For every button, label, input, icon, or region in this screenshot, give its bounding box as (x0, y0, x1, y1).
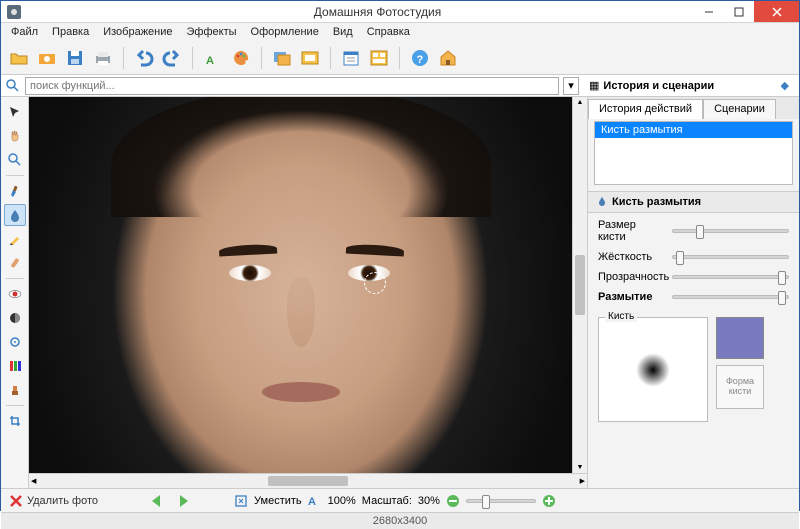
layer-image-button[interactable] (270, 46, 294, 70)
brush-tool[interactable] (4, 180, 26, 202)
zoom-slider[interactable] (466, 499, 536, 503)
fit-icon[interactable] (234, 494, 248, 508)
vertical-scrollbar[interactable]: ▲▼ (572, 97, 587, 473)
svg-text:A: A (308, 496, 316, 508)
darken-tool[interactable] (4, 307, 26, 329)
prev-button[interactable] (148, 493, 168, 509)
collage-button[interactable] (367, 46, 391, 70)
panel-tabs: История действий Сценарии (588, 97, 799, 119)
scale-value: 30% (418, 495, 440, 507)
channels-tool[interactable] (4, 355, 26, 377)
status-bar: 2680x3400 (1, 512, 799, 529)
next-button[interactable] (174, 493, 194, 509)
search-bar: ▾ ▦ История и сценарии ◆ (1, 75, 799, 97)
search-input[interactable] (25, 77, 559, 95)
svg-text:A: A (206, 55, 214, 67)
fit-button[interactable]: Уместить (254, 495, 302, 507)
menu-edit[interactable]: Правка (46, 25, 95, 39)
zoom-out-button[interactable] (446, 494, 460, 508)
delete-icon (9, 494, 23, 508)
scale-label: Масштаб: (362, 495, 412, 507)
menu-file[interactable]: Файл (5, 25, 44, 39)
menu-help[interactable]: Справка (361, 25, 416, 39)
pencil-tool[interactable] (4, 228, 26, 250)
horizontal-scrollbar[interactable]: ◀▶ (29, 473, 587, 488)
home-button[interactable] (436, 46, 460, 70)
camera-button[interactable] (35, 46, 59, 70)
svg-text:?: ? (417, 54, 424, 66)
menubar: Файл Правка Изображение Эффекты Оформлен… (1, 23, 799, 41)
open-button[interactable] (7, 46, 31, 70)
droplet-icon (596, 196, 608, 208)
bottom-bar: Удалить фото Уместить A 100% Масштаб: 30… (1, 488, 799, 512)
close-button[interactable] (754, 1, 799, 22)
blur-tool[interactable] (4, 204, 26, 226)
minimize-button[interactable] (694, 1, 724, 22)
hundred-button[interactable]: 100% (328, 495, 356, 507)
menu-image[interactable]: Изображение (97, 25, 178, 39)
tool-sidebar (1, 97, 29, 488)
zoom-tool[interactable] (4, 149, 26, 171)
maximize-button[interactable] (724, 1, 754, 22)
palette-button[interactable] (229, 46, 253, 70)
tab-history[interactable]: История действий (588, 99, 703, 119)
brush-blur-slider[interactable]: Размытие (598, 291, 789, 303)
undo-button[interactable] (132, 46, 156, 70)
zoom-in-button[interactable] (542, 494, 556, 508)
pointer-tool[interactable] (4, 101, 26, 123)
right-panel: История действий Сценарии Кисть размытия… (587, 97, 799, 488)
search-dropdown-button[interactable]: ▾ (563, 77, 579, 95)
brush-shape-button[interactable]: Форма кисти (716, 365, 764, 409)
print-button[interactable] (91, 46, 115, 70)
canvas[interactable] (29, 97, 572, 473)
brush-panel-title: Кисть размытия (588, 191, 799, 213)
calendar-button[interactable] (339, 46, 363, 70)
hundred-icon[interactable]: A (308, 494, 322, 508)
brush-size-slider[interactable]: Размер кисти (598, 219, 789, 243)
window-title: Домашняя Фотостудия (61, 5, 694, 19)
search-icon (5, 78, 21, 94)
image-dimensions: 2680x3400 (373, 515, 427, 527)
stamp-tool[interactable] (4, 379, 26, 401)
menu-effects[interactable]: Эффекты (181, 25, 243, 39)
history-item[interactable]: Кисть размытия (595, 122, 792, 138)
crop-tool[interactable] (4, 410, 26, 432)
menu-decorate[interactable]: Оформление (245, 25, 325, 39)
main-toolbar: A ? (1, 41, 799, 75)
hand-tool[interactable] (4, 125, 26, 147)
panel-title: История и сценарии (603, 80, 714, 92)
tab-scenarios[interactable]: Сценарии (703, 99, 776, 119)
help-button[interactable]: ? (408, 46, 432, 70)
frame-button[interactable] (298, 46, 322, 70)
healing-tool[interactable] (4, 252, 26, 274)
brush-preview-label: Кисть (605, 311, 637, 322)
app-icon (7, 5, 21, 19)
brush-hardness-slider[interactable]: Жёсткость (598, 251, 789, 263)
redo-button[interactable] (160, 46, 184, 70)
redeye-tool[interactable] (4, 283, 26, 305)
lighten-tool[interactable] (4, 331, 26, 353)
brush-color-swatch[interactable] (716, 317, 764, 359)
text-tool-button[interactable]: A (201, 46, 225, 70)
delete-photo-button[interactable]: Удалить фото (9, 494, 98, 508)
brush-opacity-slider[interactable]: Прозрачность (598, 271, 789, 283)
history-list[interactable]: Кисть размытия (594, 121, 793, 185)
save-button[interactable] (63, 46, 87, 70)
canvas-area: ▲▼ ◀▶ (29, 97, 587, 488)
brush-cursor (364, 272, 386, 294)
brush-preview: Кисть (598, 317, 708, 422)
menu-view[interactable]: Вид (327, 25, 359, 39)
panel-icon: ▦ (589, 79, 599, 92)
panel-collapse-button[interactable]: ◆ (781, 79, 789, 92)
titlebar: Домашняя Фотостудия (1, 1, 799, 23)
